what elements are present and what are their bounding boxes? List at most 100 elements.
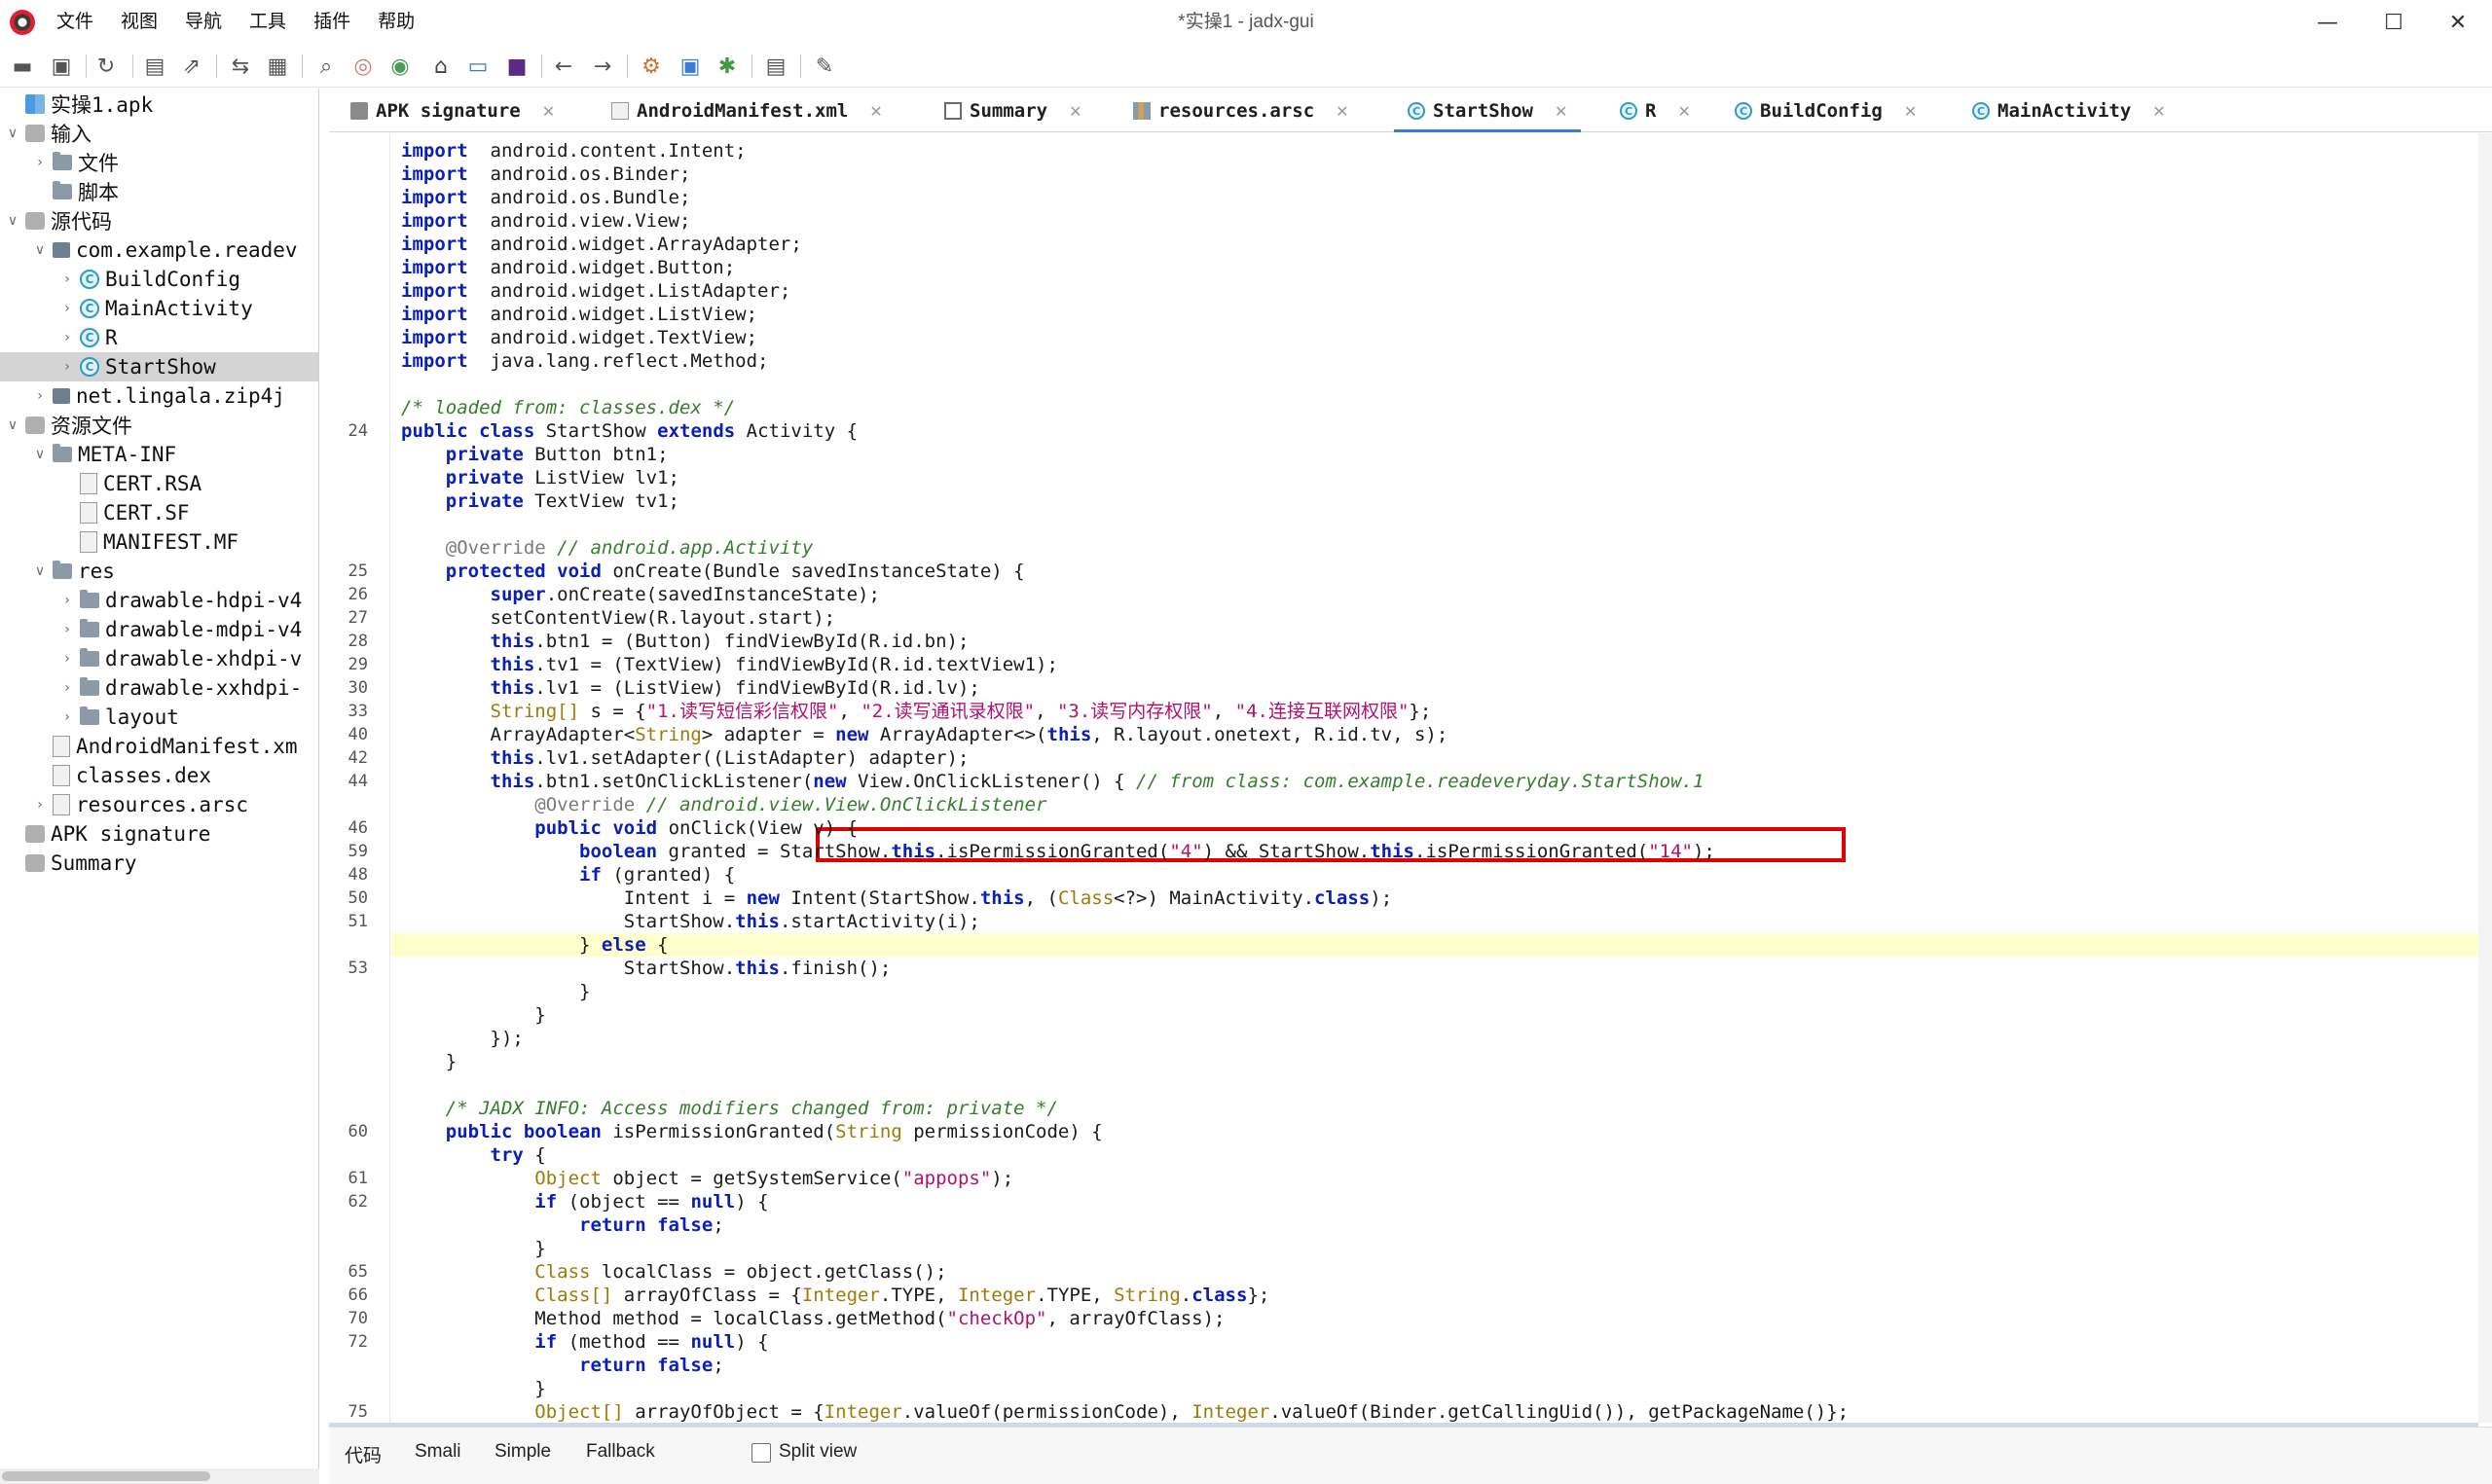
preferences-icon[interactable]: ▣ bbox=[678, 54, 703, 79]
tree-toggle-icon[interactable]: › bbox=[60, 593, 74, 608]
sync-icon[interactable]: ⇆ bbox=[228, 54, 253, 79]
tab-close-icon[interactable]: ✕ bbox=[1677, 102, 1690, 121]
log-icon[interactable]: ▭ bbox=[465, 54, 491, 79]
tree-item[interactable]: › drawable-mdpi-v4 bbox=[0, 615, 318, 644]
close-window-button[interactable]: ✕ bbox=[2434, 6, 2482, 39]
find-usage-icon[interactable]: ◎ bbox=[350, 54, 376, 79]
tree-item[interactable]: Summary bbox=[0, 849, 318, 878]
save-icon[interactable]: ▤ bbox=[142, 54, 167, 79]
tree-horizontal-scrollbar[interactable] bbox=[0, 1468, 319, 1484]
tab-close-icon[interactable]: ✕ bbox=[542, 102, 555, 121]
tree-item[interactable]: APK signature bbox=[0, 819, 318, 849]
tree-item[interactable]: › 文件 bbox=[0, 148, 318, 177]
editor-tab[interactable]: AndroidManifest.xml ✕ bbox=[611, 90, 883, 132]
tab-code[interactable]: 代码 bbox=[345, 1441, 382, 1467]
tree-item[interactable]: AndroidManifest.xm bbox=[0, 732, 318, 761]
editor-tab[interactable]: C R ✕ bbox=[1620, 90, 1691, 132]
tree-item[interactable]: › C StartShow bbox=[0, 352, 318, 381]
tree-item[interactable]: › C R bbox=[0, 323, 318, 352]
tree-toggle-icon[interactable]: › bbox=[60, 709, 74, 725]
tree-toggle-icon[interactable]: ∨ bbox=[33, 242, 47, 258]
tree-item[interactable]: ∨ res bbox=[0, 557, 318, 586]
tree-toggle-icon[interactable]: › bbox=[33, 388, 47, 404]
tree-item[interactable]: ∨ 资源文件 bbox=[0, 411, 318, 440]
flatten-packages-icon[interactable]: ▦ bbox=[265, 54, 290, 79]
tree-toggle-icon[interactable]: ∨ bbox=[6, 126, 19, 141]
tree-item[interactable]: MANIFEST.MF bbox=[0, 527, 318, 557]
search-icon[interactable]: ⌕ bbox=[313, 54, 339, 79]
tree-item[interactable]: › C BuildConfig bbox=[0, 265, 318, 294]
back-arrow-icon[interactable]: ← bbox=[551, 54, 576, 79]
tab-fallback[interactable]: Fallback bbox=[586, 1441, 655, 1463]
tab-smali[interactable]: Smali bbox=[415, 1441, 461, 1463]
tree-toggle-icon[interactable]: ∨ bbox=[6, 417, 19, 433]
tab-close-icon[interactable]: ✕ bbox=[1069, 102, 1081, 121]
tree-item[interactable]: CERT.SF bbox=[0, 498, 318, 527]
tab-simple[interactable]: Simple bbox=[495, 1441, 551, 1463]
file-icon bbox=[80, 531, 97, 553]
tree-item[interactable]: 脚本 bbox=[0, 177, 318, 206]
tree-toggle-icon[interactable]: › bbox=[60, 330, 74, 345]
tree-toggle-icon[interactable]: › bbox=[60, 359, 74, 375]
tab-close-icon[interactable]: ✕ bbox=[2152, 102, 2165, 121]
file-icon bbox=[53, 736, 70, 757]
tab-close-icon[interactable]: ✕ bbox=[869, 102, 882, 121]
tree-toggle-icon[interactable]: › bbox=[60, 301, 74, 316]
tree-item[interactable]: ∨ 输入 bbox=[0, 119, 318, 148]
minimize-button[interactable]: — bbox=[2303, 6, 2352, 39]
editor-tab[interactable]: C BuildConfig ✕ bbox=[1735, 90, 1917, 132]
split-view-checkbox[interactable] bbox=[751, 1443, 771, 1463]
open-file-icon[interactable]: ▬ bbox=[10, 54, 35, 79]
tree-toggle-icon[interactable]: ∨ bbox=[33, 563, 47, 579]
tree-item[interactable]: › drawable-hdpi-v4 bbox=[0, 586, 318, 615]
editor-tab[interactable]: C StartShow ✕ bbox=[1393, 90, 1582, 132]
tree-toggle-icon[interactable]: › bbox=[33, 155, 47, 170]
editor-vertical-scrollbar[interactable] bbox=[2478, 133, 2492, 1423]
settings-wrench-icon[interactable]: ✎ bbox=[812, 54, 837, 79]
maximize-button[interactable]: ☐ bbox=[2369, 6, 2418, 39]
debugger-icon[interactable]: ✱ bbox=[715, 54, 740, 79]
tree-item[interactable]: ∨ 源代码 bbox=[0, 206, 318, 235]
code-token: } bbox=[401, 1051, 458, 1072]
tree-toggle-icon[interactable]: › bbox=[60, 680, 74, 696]
file-icon bbox=[53, 794, 70, 815]
tab-close-icon[interactable]: ✕ bbox=[1336, 102, 1348, 121]
tree-item-label: 实操1.apk bbox=[51, 93, 154, 117]
quark-icon[interactable]: ■ bbox=[504, 54, 530, 79]
reload-icon[interactable]: ↻ bbox=[93, 54, 119, 79]
editor-tab[interactable]: APK signature ✕ bbox=[350, 90, 555, 132]
tab-close-icon[interactable]: ✕ bbox=[1555, 102, 1567, 121]
editor-tab[interactable]: Summary ✕ bbox=[944, 90, 1081, 132]
tree-item[interactable]: › drawable-xxhdpi- bbox=[0, 673, 318, 703]
tree-item[interactable]: ∨ META-INF bbox=[0, 440, 318, 469]
tree-toggle-icon[interactable]: ∨ bbox=[6, 213, 19, 229]
tab-type-icon: C bbox=[1972, 102, 1990, 120]
add-files-icon[interactable]: ▣ bbox=[49, 54, 74, 79]
text-search-icon[interactable]: ⚙ bbox=[639, 54, 664, 79]
deobfuscate-icon[interactable]: ◉ bbox=[387, 54, 413, 79]
tree-toggle-icon[interactable]: › bbox=[60, 622, 74, 637]
tree-item[interactable]: 实操1.apk bbox=[0, 90, 318, 119]
tree-item[interactable]: › drawable-xhdpi-v bbox=[0, 644, 318, 673]
export-icon[interactable]: ⇗ bbox=[179, 54, 204, 79]
tree-item[interactable]: classes.dex bbox=[0, 761, 318, 790]
tree-toggle-icon[interactable]: › bbox=[60, 651, 74, 667]
tree-item[interactable]: ∨ com.example.readev bbox=[0, 235, 318, 265]
code-token: .btn1.setOnClickListener( bbox=[534, 771, 814, 792]
tree-item[interactable]: › layout bbox=[0, 703, 318, 732]
forward-arrow-icon[interactable]: → bbox=[590, 54, 615, 79]
tree-item[interactable]: CERT.RSA bbox=[0, 469, 318, 498]
editor-tab[interactable]: C MainActivity ✕ bbox=[1972, 90, 2166, 132]
home-icon[interactable]: ⌂ bbox=[428, 54, 454, 79]
log-viewer-icon[interactable]: ▤ bbox=[763, 54, 788, 79]
tree-toggle-icon[interactable]: › bbox=[60, 271, 74, 287]
tree-toggle-icon[interactable]: ∨ bbox=[33, 447, 47, 462]
tree-item[interactable]: › resources.arsc bbox=[0, 790, 318, 819]
tree-scrollbar-thumb[interactable] bbox=[2, 1471, 210, 1481]
tree-toggle-icon[interactable]: › bbox=[33, 797, 47, 813]
tab-close-icon[interactable]: ✕ bbox=[1904, 102, 1917, 121]
code-editor[interactable]: 24 25 26 27 28 29 30 33 40 42 44 46 59 48 50 51 53 60 61 62… bbox=[329, 133, 2478, 1423]
editor-tab[interactable]: resources.arsc ✕ bbox=[1133, 90, 1349, 132]
tree-item[interactable]: › C MainActivity bbox=[0, 294, 318, 323]
tree-item[interactable]: › net.lingala.zip4j bbox=[0, 381, 318, 411]
